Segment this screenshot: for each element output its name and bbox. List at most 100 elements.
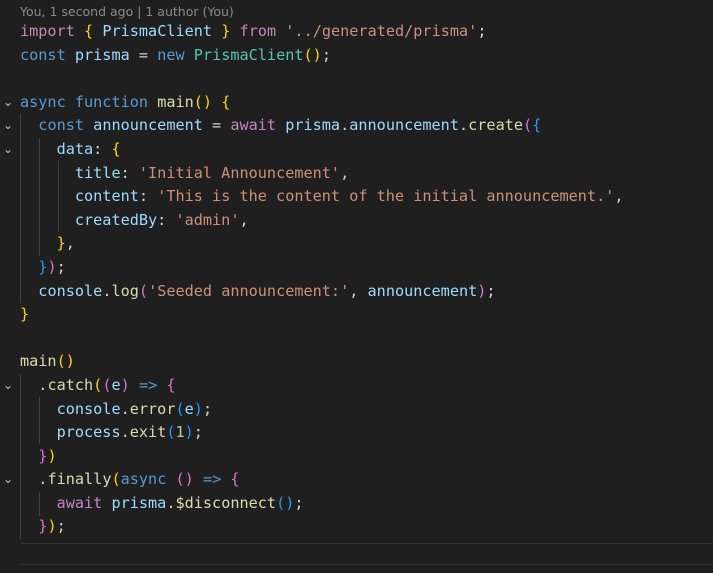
code-line-5[interactable]: ⌄ const announcement = await prisma.anno…: [0, 114, 713, 138]
token-bracket: (: [175, 399, 185, 418]
code-line-12[interactable]: console.log('Seeded announcement:', anno…: [0, 280, 713, 304]
token-keyword: new: [157, 45, 185, 64]
code-line-17[interactable]: console.error(e);: [0, 398, 713, 422]
token-bracket: ): [193, 399, 203, 418]
token-punctuation: ,: [340, 163, 350, 182]
token-identifier: announcement: [367, 281, 478, 300]
token-punctuation: ;: [294, 493, 304, 512]
code-line-7[interactable]: title: 'Initial Announcement',: [0, 162, 713, 186]
token-identifier: announcement: [93, 116, 203, 135]
token-class: PrismaClient: [193, 45, 304, 64]
token-string: '../generated/prisma': [285, 22, 478, 40]
token-bracket: (: [175, 470, 185, 489]
code-line-16[interactable]: ⌄ .catch((e) => {: [0, 374, 713, 398]
token-keyword: await: [230, 116, 277, 135]
token-property: content: [74, 187, 139, 206]
token-bracket: (: [93, 375, 103, 394]
code-line-9[interactable]: createdBy: 'admin',: [0, 209, 713, 233]
token-bracket: {: [111, 139, 121, 158]
code-line-11[interactable]: });: [0, 256, 713, 280]
token-punctuation: ;: [193, 423, 203, 442]
code-line-4[interactable]: ⌄ async function main() {: [0, 91, 713, 115]
code-line-21[interactable]: await prisma.$disconnect();: [0, 492, 713, 516]
code-line-13[interactable]: }: [0, 303, 713, 327]
code-line-15[interactable]: main(): [0, 350, 713, 374]
token-identifier: prisma: [285, 116, 341, 135]
token-keyword: const: [20, 45, 66, 64]
token-bracket: ): [312, 45, 322, 64]
token-punctuation: ;: [202, 399, 213, 418]
token-bracket: }: [56, 234, 66, 253]
token-property: title: [74, 163, 121, 182]
token-bracket: {: [84, 22, 94, 40]
token-function: $disconnect: [175, 493, 277, 512]
token-bracket: (: [303, 45, 313, 64]
token-string: 'admin': [175, 210, 240, 229]
token-property: data: [56, 139, 94, 158]
code-line-14[interactable]: [0, 327, 713, 351]
token-bracket: (: [523, 116, 533, 135]
token-string: 'This is the content of the initial anno…: [157, 187, 615, 206]
token-bracket: (: [111, 470, 121, 489]
token-function: exit: [129, 423, 167, 442]
fold-chevron-icon[interactable]: ⌄: [1, 138, 15, 162]
fold-chevron-icon[interactable]: ⌄: [1, 114, 15, 138]
code-line-10[interactable]: },: [0, 232, 713, 256]
token-bracket: ): [47, 446, 57, 465]
fold-chevron-icon[interactable]: ⌄: [1, 468, 15, 492]
token-function: catch: [47, 375, 94, 394]
code-lines[interactable]: import { PrismaClient } from '../generat…: [0, 20, 713, 539]
code-line-2[interactable]: const prisma = new PrismaClient();: [0, 44, 713, 68]
token-bracket: ): [47, 257, 57, 276]
code-line-8[interactable]: content: 'This is the content of the ini…: [0, 185, 713, 209]
token-keyword: from: [239, 22, 277, 40]
code-line-18[interactable]: process.exit(1);: [0, 421, 713, 445]
token-identifier: prisma: [111, 493, 167, 512]
fold-chevron-icon[interactable]: ⌄: [1, 374, 15, 398]
git-blame-codelens[interactable]: You, 1 second ago | 1 author (You): [20, 2, 234, 22]
token-bracket: (: [276, 493, 286, 512]
code-line-3[interactable]: [0, 67, 713, 91]
token-arrow: =>: [138, 375, 158, 394]
token-parameter: e: [111, 375, 121, 394]
code-line-19[interactable]: }): [0, 445, 713, 469]
token-function: finally: [47, 470, 112, 489]
token-parameter: e: [184, 399, 194, 418]
token-bracket: {: [166, 375, 176, 394]
token-punctuation: .: [340, 116, 350, 135]
token-bracket: ): [202, 92, 213, 111]
code-line-20[interactable]: ⌄ .finally(async () => {: [0, 468, 713, 492]
token-punctuation: .: [120, 399, 130, 418]
code-line-1[interactable]: import { PrismaClient } from '../generat…: [0, 20, 713, 44]
token-punctuation: ;: [321, 45, 331, 64]
code-line-22[interactable]: });: [0, 515, 713, 539]
token-punctuation: :: [120, 163, 139, 182]
token-punctuation: ,: [349, 281, 368, 300]
token-identifier: console: [56, 399, 121, 418]
fold-chevron-icon[interactable]: ⌄: [1, 91, 15, 115]
token-bracket: (: [56, 352, 66, 371]
code-editor[interactable]: You, 1 second ago | 1 author (You) impor…: [0, 0, 713, 573]
token-keyword: function: [74, 92, 149, 111]
token-punctuation: :: [157, 210, 176, 229]
token-bracket: (: [193, 92, 203, 111]
code-line-6[interactable]: ⌄ data: {: [0, 138, 713, 162]
token-punctuation: .: [120, 423, 130, 442]
